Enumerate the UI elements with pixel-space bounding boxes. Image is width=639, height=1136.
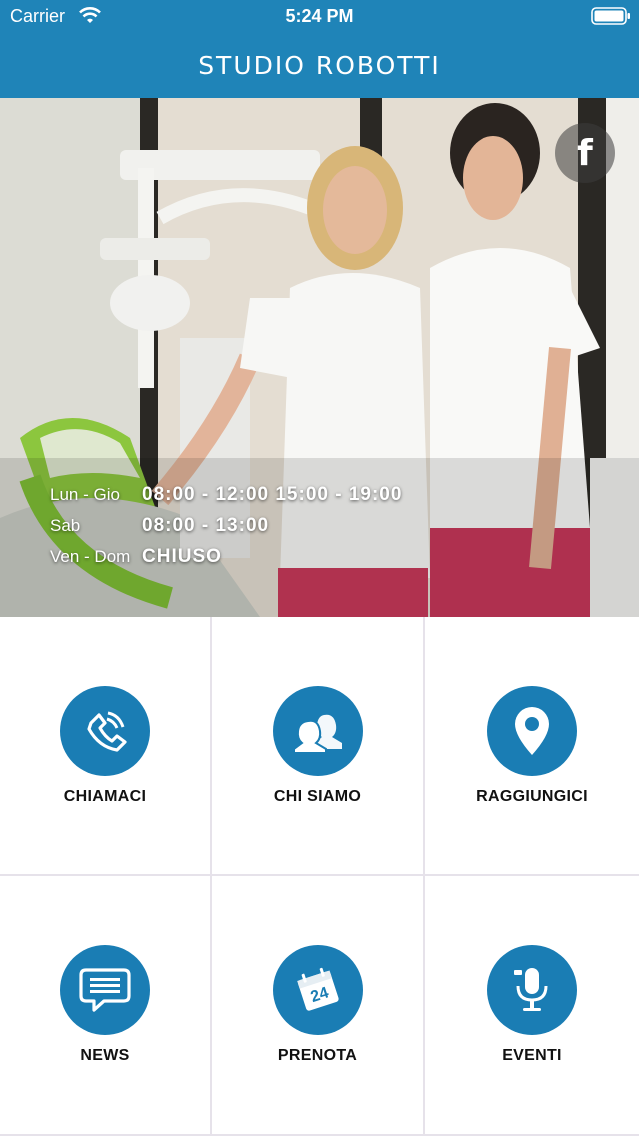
hours-slot: CHIUSO bbox=[142, 545, 222, 567]
icon-badge bbox=[487, 686, 577, 776]
facebook-icon: f bbox=[577, 132, 593, 174]
chat-icon bbox=[79, 968, 131, 1012]
menu-label: CHI SIAMO bbox=[273, 788, 362, 805]
icon-badge: 24 bbox=[272, 945, 363, 1035]
icon-badge bbox=[60, 945, 150, 1035]
people-icon bbox=[292, 714, 342, 754]
menu-item-chiamaci[interactable]: CHIAMACI bbox=[0, 617, 212, 876]
menu-grid: CHIAMACI CHI SIAMO RAGGIUNGICI NEWS 24 P… bbox=[0, 617, 639, 1136]
menu-label: EVENTI bbox=[502, 1047, 562, 1064]
menu-label: RAGGIUNGICI bbox=[476, 788, 588, 805]
status-bar: Carrier 5:24 PM bbox=[0, 0, 639, 32]
icon-badge bbox=[487, 945, 577, 1035]
page-title: STUDIO ROBOTTI bbox=[198, 50, 441, 80]
hours-day: Sab bbox=[50, 515, 81, 535]
icon-badge bbox=[60, 686, 150, 776]
opening-hours: Lun - Gio 08:00 - 12:00 15:00 - 19:00 Sa… bbox=[50, 479, 402, 572]
microphone-icon bbox=[514, 968, 548, 1011]
hours-day: Ven - Dom bbox=[50, 546, 131, 566]
hours-slot: 08:00 - 12:00 15:00 - 19:00 bbox=[142, 483, 403, 505]
map-pin-icon bbox=[515, 707, 549, 755]
hours-row: Sab 08:00 - 13:00 bbox=[50, 510, 402, 541]
menu-item-chi-siamo[interactable]: CHI SIAMO bbox=[212, 617, 425, 876]
menu-item-raggiungici[interactable]: RAGGIUNGICI bbox=[425, 617, 639, 876]
menu-label: CHIAMACI bbox=[63, 788, 147, 805]
menu-item-news[interactable]: NEWS bbox=[0, 876, 212, 1136]
menu-item-prenota[interactable]: 24 PRENOTA bbox=[212, 876, 425, 1136]
icon-badge bbox=[272, 686, 363, 776]
hero-photo: f Lun - Gio 08:00 - 12:00 15:00 - 19:00 … bbox=[0, 98, 639, 617]
calendar-icon: 24 bbox=[296, 967, 339, 1011]
battery-icon bbox=[591, 7, 630, 25]
menu-label: NEWS bbox=[80, 1047, 130, 1064]
nav-bar: STUDIO ROBOTTI bbox=[0, 32, 639, 98]
menu-item-eventi[interactable]: EVENTI bbox=[425, 876, 639, 1136]
menu-label: PRENOTA bbox=[277, 1047, 358, 1064]
facebook-button[interactable]: f bbox=[555, 123, 615, 183]
hours-row: Ven - Dom CHIUSO bbox=[50, 541, 402, 572]
hours-slot: 08:00 - 13:00 bbox=[142, 514, 270, 536]
hours-day: Lun - Gio bbox=[50, 484, 120, 504]
hours-row: Lun - Gio 08:00 - 12:00 15:00 - 19:00 bbox=[50, 479, 402, 510]
clock: 5:24 PM bbox=[285, 6, 354, 26]
phone-icon bbox=[87, 711, 127, 752]
